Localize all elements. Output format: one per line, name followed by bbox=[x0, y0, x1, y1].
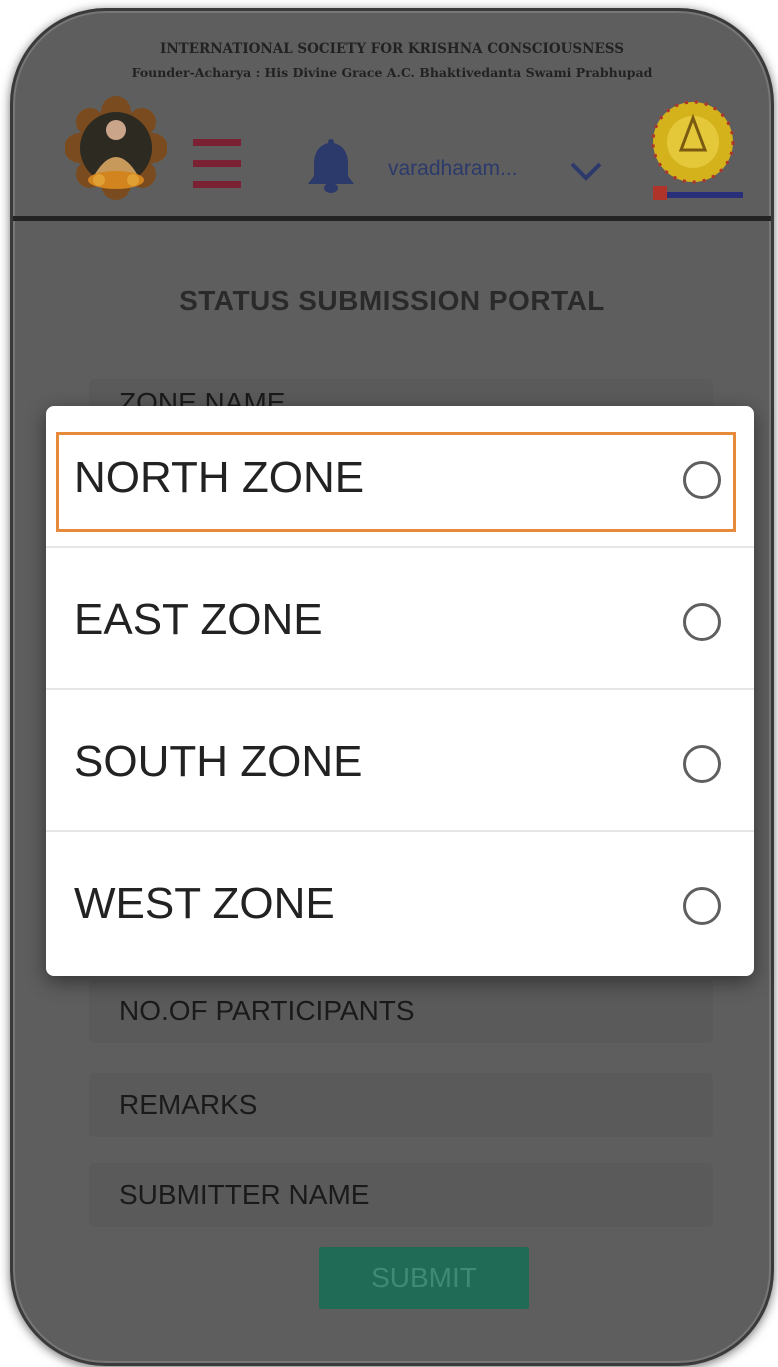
radio-icon[interactable] bbox=[683, 887, 721, 925]
option-label: SOUTH ZONE bbox=[74, 737, 363, 786]
participants-field[interactable]: NO.OF PARTICIPANTS bbox=[89, 979, 713, 1043]
zone-option-west[interactable]: WEST ZONE bbox=[46, 832, 754, 974]
radio-icon[interactable] bbox=[683, 603, 721, 641]
app-header: INTERNATIONAL SOCIETY FOR KRISHNA CONSCI… bbox=[13, 11, 771, 221]
page-title: STATUS SUBMISSION PORTAL bbox=[179, 285, 605, 316]
radio-icon[interactable] bbox=[683, 461, 721, 499]
org-name: INTERNATIONAL SOCIETY FOR KRISHNA CONSCI… bbox=[160, 41, 624, 57]
submitter-name-field[interactable]: SUBMITTER NAME bbox=[89, 1163, 713, 1227]
founder-line: Founder-Acharya : His Divine Grace A.C. … bbox=[131, 65, 653, 80]
prabhupada-logo bbox=[65, 96, 167, 200]
header-divider bbox=[13, 216, 771, 221]
radio-icon[interactable] bbox=[683, 745, 721, 783]
zone-option-east[interactable]: EAST ZONE bbox=[46, 548, 754, 690]
bell-icon[interactable] bbox=[305, 136, 357, 194]
option-label: WEST ZONE bbox=[74, 879, 335, 928]
menu-icon[interactable] bbox=[193, 139, 241, 191]
zone-dropdown: NORTH ZONE EAST ZONE SOUTH ZONE WEST ZON… bbox=[46, 406, 754, 976]
chevron-down-icon[interactable] bbox=[568, 159, 604, 183]
option-label: EAST ZONE bbox=[74, 595, 323, 644]
option-label: NORTH ZONE bbox=[74, 453, 365, 502]
user-name[interactable]: varadharam... bbox=[388, 157, 518, 181]
zone-option-south[interactable]: SOUTH ZONE bbox=[46, 690, 754, 832]
remarks-field[interactable]: REMARKS bbox=[89, 1073, 713, 1137]
emblem-logo bbox=[651, 100, 743, 200]
submit-button[interactable]: SUBMIT bbox=[319, 1247, 529, 1309]
zone-option-north[interactable]: NORTH ZONE bbox=[46, 406, 754, 548]
